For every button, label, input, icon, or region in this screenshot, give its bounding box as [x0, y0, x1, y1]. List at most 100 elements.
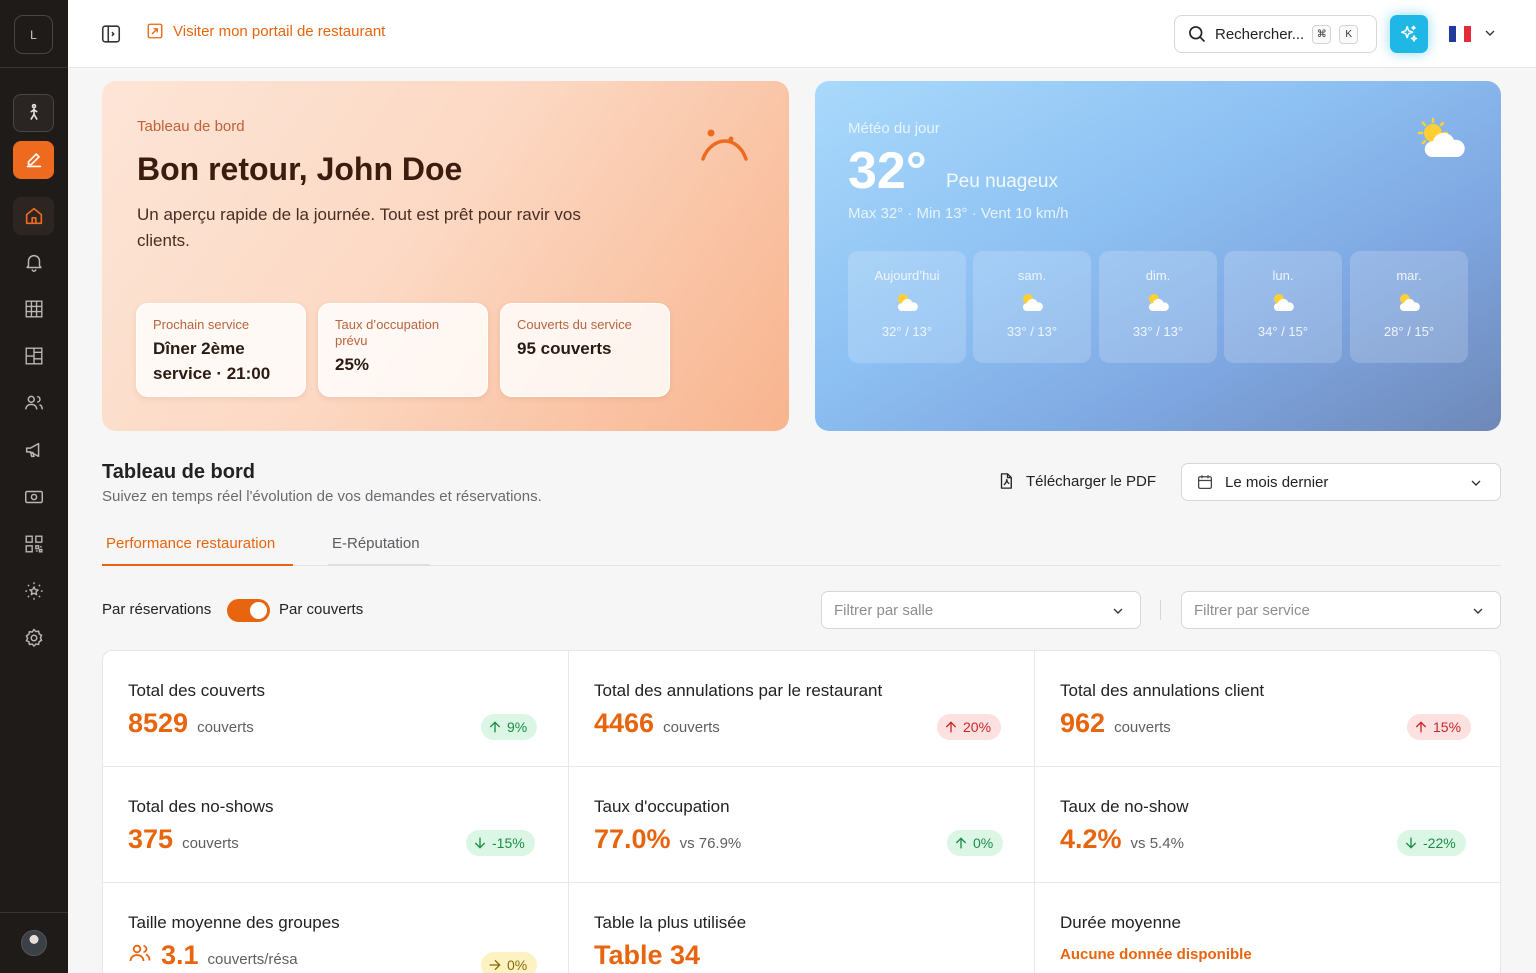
- forecast-day-label: sam.: [1017, 268, 1047, 283]
- partly-cloudy-icon: [1273, 294, 1294, 311]
- forecast-day: mar. 28° / 15°: [1350, 251, 1468, 363]
- weather-kicker: Météo du jour: [848, 120, 940, 137]
- mode-toggle[interactable]: [227, 599, 270, 622]
- forecast-day-label: lun.: [1272, 268, 1294, 283]
- sidebar-item-qrcode[interactable]: [13, 525, 54, 563]
- tab-performance[interactable]: Performance restauration: [102, 528, 293, 566]
- weather-condition: Peu nuageux: [946, 171, 1058, 192]
- kpi-trend-value: -22%: [1423, 835, 1456, 851]
- kpi-client-cancellations: Total des annulations client 962 couverts…: [1035, 651, 1500, 767]
- partly-cloudy-icon: [1022, 294, 1043, 311]
- kpi-value: 77.0%: [594, 824, 671, 854]
- portal-link[interactable]: Visiter mon portail de restaurant: [146, 22, 385, 40]
- chevron-down-icon: [1113, 608, 1123, 614]
- kpi-trend-badge: -15%: [466, 830, 535, 856]
- ai-assistant-button[interactable]: [1390, 15, 1428, 53]
- tab-e-reputation[interactable]: E-Réputation: [328, 528, 430, 566]
- sidebar-item-settings[interactable]: [13, 619, 54, 657]
- arrow-up-icon: [955, 837, 967, 849]
- group-icon: [129, 944, 151, 962]
- kpi-trend-badge: 0%: [947, 830, 1004, 856]
- stat-value: Dîner 2ème service · 21:00: [153, 339, 271, 383]
- partly-cloudy-icon: [1399, 294, 1420, 311]
- forecast-day: dim. 33° / 13°: [1099, 251, 1217, 363]
- kbd-k: K: [1339, 24, 1359, 44]
- qrcode-icon: [25, 535, 42, 553]
- kpi-value: 4.2%: [1060, 824, 1122, 854]
- period-value: Le mois dernier: [1225, 473, 1329, 491]
- kbd-cmd: ⌘: [1312, 24, 1332, 44]
- kpi-trend-badge: -22%: [1397, 830, 1466, 856]
- kpi-value: Table 34: [594, 940, 701, 970]
- kpi-restaurant-cancellations: Total des annulations par le restaurant …: [569, 651, 1035, 767]
- arrow-up-icon: [945, 721, 957, 733]
- sidebar-item-payments[interactable]: [13, 478, 54, 516]
- search-input[interactable]: Rechercher... ⌘ K: [1174, 15, 1377, 53]
- kpi-title: Taux de no-show: [1060, 797, 1189, 816]
- partly-cloudy-icon: [1148, 294, 1169, 311]
- portal-link-label: Visiter mon portail de restaurant: [173, 22, 386, 40]
- download-pdf-button[interactable]: Télécharger le PDF: [997, 472, 1156, 490]
- sidebar-item-home[interactable]: [13, 197, 54, 235]
- sidebar-item-notifications[interactable]: [13, 243, 54, 281]
- sidebar-item-new-reservation[interactable]: [13, 141, 54, 179]
- chevron-down-icon[interactable]: [1482, 25, 1498, 41]
- toggle-label-reservations[interactable]: Par réservations: [102, 601, 211, 618]
- kpi-value: 962: [1060, 708, 1106, 738]
- kpi-trend-badge: 0%: [481, 952, 538, 973]
- filter-service-select[interactable]: Filtrer par service: [1181, 591, 1501, 629]
- kpi-unit: couverts: [182, 835, 239, 852]
- sidebar-item-reviews[interactable]: [13, 572, 54, 610]
- toggle-knob: [250, 602, 267, 619]
- grid-icon: [25, 300, 42, 318]
- sidebar-item-walk-in[interactable]: [13, 94, 54, 132]
- kpi-trend-value: 15%: [1433, 719, 1462, 735]
- kpi-no-shows: Total des no-shows 375 couverts -15%: [103, 767, 569, 883]
- sidebar-item-marketing[interactable]: [13, 431, 54, 469]
- french-flag-icon[interactable]: [1449, 26, 1471, 42]
- dashboard-tabs: Performance restauration E-Réputation: [102, 528, 1501, 566]
- period-select[interactable]: Le mois dernier: [1181, 463, 1501, 501]
- kpi-trend-value: 20%: [963, 719, 992, 735]
- kpi-trend-value: 9%: [507, 719, 528, 735]
- chevron-down-icon: [1471, 480, 1481, 486]
- welcome-title: Bon retour, John Doe: [137, 151, 463, 187]
- stat-next-service: Prochain service Dîner 2ème service · 21…: [136, 303, 306, 397]
- kpi-trend-value: 0%: [507, 957, 528, 973]
- kpi-occupancy-rate: Taux d'occupation 77.0% vs 76.9% 0%: [569, 767, 1035, 883]
- forecast-range: 33° / 13°: [1006, 324, 1058, 339]
- cash-icon: [24, 490, 43, 504]
- filter-room-select[interactable]: Filtrer par salle: [821, 591, 1141, 629]
- forecast-day: sam. 33° / 13°: [973, 251, 1091, 363]
- welcome-description: Un aperçu rapide de la journée. Tout est…: [137, 205, 581, 250]
- kpi-trend-value: -15%: [492, 835, 525, 851]
- sidebar-item-clients[interactable]: [13, 384, 54, 422]
- download-pdf-label: Télécharger le PDF: [1026, 472, 1157, 490]
- kpi-title: Durée moyenne: [1060, 913, 1181, 932]
- kpi-unit: vs 5.4%: [1130, 835, 1184, 852]
- arrow-down-icon: [1405, 837, 1417, 849]
- kpi-title: Table la plus utilisée: [594, 913, 747, 932]
- forecast-day-label: mar.: [1396, 268, 1422, 283]
- partly-cloudy-icon: [897, 294, 918, 311]
- kpi-trend-badge: 20%: [937, 714, 1002, 740]
- partly-cloudy-icon: [1417, 117, 1465, 157]
- kpi-value: 4466: [594, 708, 655, 738]
- forecast-day-label: Aujourd’hui: [874, 268, 940, 283]
- sidebar-toggle-icon[interactable]: [100, 23, 122, 45]
- kpi-unit: couverts: [1114, 719, 1171, 736]
- restaurant-logo[interactable]: L: [14, 15, 53, 54]
- forecast-range: 33° / 13°: [1132, 324, 1184, 339]
- forecast-day-label: dim.: [1145, 268, 1171, 283]
- layout-icon: [25, 347, 42, 365]
- walk-icon: [29, 103, 38, 120]
- toggle-label-covers[interactable]: Par couverts: [279, 601, 363, 618]
- sidebar-item-floor-plan[interactable]: [13, 337, 54, 375]
- sidebar-item-tables[interactable]: [13, 290, 54, 328]
- welcome-card: Tableau de bord Bon retour, John Doe Un …: [102, 81, 789, 431]
- sparkle-star-icon: [24, 582, 43, 600]
- forecast-range: 28° / 15°: [1383, 324, 1435, 339]
- stat-covers: Couverts du service 95 couverts: [500, 303, 670, 397]
- user-avatar[interactable]: [21, 930, 47, 956]
- chevron-down-icon: [1473, 608, 1483, 614]
